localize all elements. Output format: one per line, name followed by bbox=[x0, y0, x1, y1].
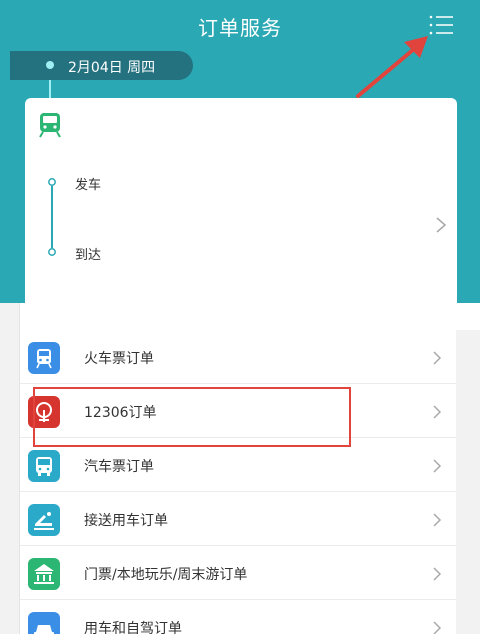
timeline-dot bbox=[46, 61, 54, 69]
order-item-label: 汽车票订单 bbox=[84, 459, 154, 475]
bus-icon bbox=[28, 450, 60, 482]
chevron-right-icon bbox=[436, 217, 447, 233]
page-margin-left bbox=[0, 303, 20, 634]
chevron-right-icon bbox=[433, 621, 442, 634]
chevron-right-icon bbox=[433, 351, 442, 365]
order-item-car[interactable]: 用车和自驾订单 bbox=[20, 600, 456, 634]
order-item-train[interactable]: 火车票订单 bbox=[20, 330, 456, 384]
order-item-label: 火车票订单 bbox=[84, 351, 154, 367]
trip-timeline bbox=[48, 178, 56, 256]
attraction-icon bbox=[28, 558, 60, 590]
trip-card[interactable]: 发车 到达 bbox=[25, 98, 457, 303]
order-item-transfer[interactable]: 接送用车订单 bbox=[20, 492, 456, 546]
chevron-right-icon bbox=[433, 513, 442, 527]
annotation-highlight-box bbox=[33, 387, 351, 447]
train-icon bbox=[39, 113, 61, 138]
date-text: 2月04日 周四 bbox=[68, 60, 156, 76]
order-list: 火车票订单 12306订单 汽车票订单 接送用车订单 门票/本地玩乐/周末游订单… bbox=[20, 330, 456, 634]
order-item-label: 用车和自驾订单 bbox=[84, 621, 182, 634]
order-item-label: 接送用车订单 bbox=[84, 513, 168, 529]
airport-transfer-icon bbox=[28, 504, 60, 536]
chevron-right-icon bbox=[433, 567, 442, 581]
arrive-label: 到达 bbox=[75, 248, 102, 263]
depart-label: 发车 bbox=[75, 178, 102, 193]
order-item-label: 门票/本地玩乐/周末游订单 bbox=[84, 567, 248, 583]
order-item-attraction[interactable]: 门票/本地玩乐/周末游订单 bbox=[20, 546, 456, 600]
car-icon bbox=[28, 612, 60, 634]
timeline-connector bbox=[49, 80, 51, 100]
section-divider bbox=[0, 303, 480, 330]
page-margin-right bbox=[455, 330, 480, 634]
chevron-right-icon bbox=[433, 405, 442, 419]
train-icon bbox=[28, 342, 60, 374]
chevron-right-icon bbox=[433, 459, 442, 473]
date-badge: 2月04日 周四 bbox=[10, 51, 193, 80]
